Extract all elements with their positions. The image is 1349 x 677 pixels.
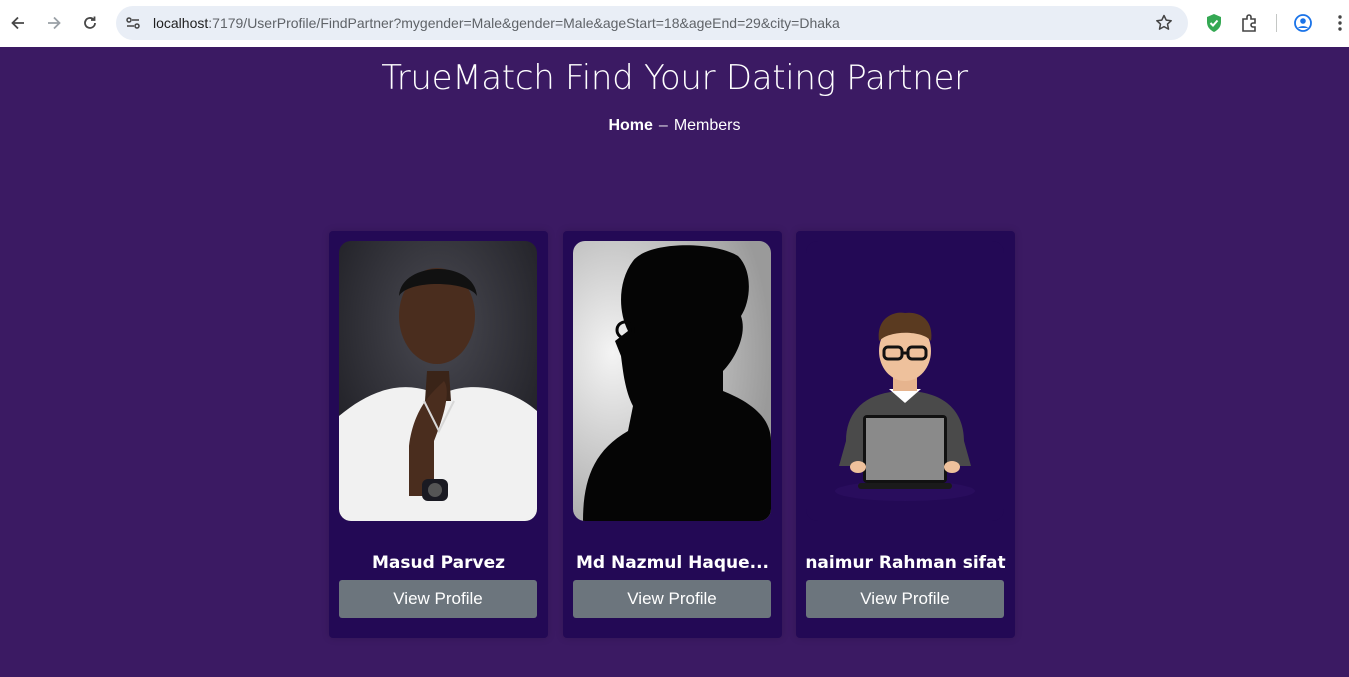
breadcrumb-home-link[interactable]: Home [608, 117, 652, 134]
view-profile-button[interactable]: View Profile [573, 580, 771, 618]
reload-icon[interactable] [78, 11, 102, 35]
site-info-icon[interactable] [124, 14, 142, 32]
member-name: naimur Rahman sifat [805, 553, 1006, 573]
member-photo[interactable] [573, 241, 771, 521]
forward-icon[interactable] [42, 11, 66, 35]
toolbar-divider [1276, 14, 1277, 32]
url-host: localhost [153, 15, 209, 31]
url-path: :7179/UserProfile/FindPartner?mygender=M… [208, 15, 840, 31]
view-profile-button[interactable]: View Profile [339, 580, 537, 618]
view-profile-button[interactable]: View Profile [806, 580, 1004, 618]
breadcrumb-separator: – [658, 117, 668, 134]
address-bar[interactable]: localhost:7179/UserProfile/FindPartner?m… [116, 6, 1188, 40]
member-card: Masud Parvez View Profile [329, 231, 548, 638]
member-photo[interactable] [806, 241, 1004, 521]
back-icon[interactable] [6, 11, 30, 35]
breadcrumb: Home – Members [0, 117, 1349, 135]
breadcrumb-current: Members [673, 117, 741, 134]
shield-extension-icon[interactable] [1203, 12, 1225, 34]
extensions-puzzle-icon[interactable] [1239, 12, 1261, 34]
menu-kebab-icon[interactable] [1329, 12, 1349, 34]
url-text[interactable]: localhost:7179/UserProfile/FindPartner?m… [153, 15, 840, 31]
member-card: naimur Rahman sifat View Profile [796, 231, 1015, 638]
member-name: Md Nazmul Haque... [575, 553, 770, 573]
member-name: Masud Parvez [371, 553, 506, 573]
browser-toolbar: localhost:7179/UserProfile/FindPartner?m… [0, 0, 1349, 47]
profile-icon[interactable] [1292, 12, 1314, 34]
page-title: TrueMatch Find Your Dating Partner [381, 58, 968, 98]
member-card: Md Nazmul Haque... View Profile [563, 231, 782, 638]
member-photo[interactable] [339, 241, 537, 521]
bookmark-star-icon[interactable] [1154, 13, 1174, 33]
